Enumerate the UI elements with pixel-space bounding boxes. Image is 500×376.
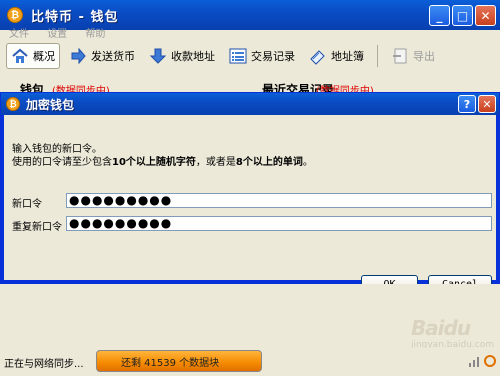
toolbar: 概况 发送货币 收款地址 交易记录 地址簿 导出 bbox=[0, 41, 500, 71]
toolbar-separator bbox=[377, 45, 378, 67]
sync-status-text: 正在与网络同步... bbox=[4, 358, 84, 370]
toolbar-export-label: 导出 bbox=[413, 50, 435, 63]
send-arrow-icon bbox=[69, 47, 87, 65]
toolbar-addressbook-label: 地址簿 bbox=[331, 50, 364, 63]
window-title: 比特币 - 钱包 bbox=[31, 9, 119, 25]
list-icon bbox=[229, 47, 247, 65]
maximize-button[interactable]: □ bbox=[452, 5, 473, 26]
instruction-text: 使用的口令请至少包含 bbox=[12, 157, 112, 168]
menu-file[interactable]: 文件 bbox=[9, 30, 29, 40]
instruction-line-2: 使用的口令请至少包含10个以上随机字符，或者是8个以上的单词。 bbox=[12, 153, 313, 168]
sync-icon bbox=[484, 354, 496, 368]
watermark-brand: Baidu bbox=[410, 316, 471, 340]
toolbar-overview-button[interactable]: 概况 bbox=[6, 43, 60, 69]
network-icon bbox=[468, 354, 480, 368]
toolbar-export-button[interactable]: 导出 bbox=[386, 43, 440, 69]
close-window-button[interactable]: ✕ bbox=[475, 5, 496, 26]
status-icons bbox=[468, 354, 496, 368]
minimize-button[interactable]: _ bbox=[429, 5, 450, 26]
export-icon bbox=[391, 47, 409, 65]
bitcoin-app-icon: ₿ bbox=[7, 7, 23, 23]
instruction-text: ，或者是 bbox=[195, 157, 236, 168]
toolbar-transactions-button[interactable]: 交易记录 bbox=[224, 43, 300, 69]
new-passphrase-input[interactable]: ●●●●●●●●● bbox=[66, 193, 492, 208]
main-title-bar[interactable]: ₿ 比特币 - 钱包 _ □ ✕ bbox=[0, 0, 500, 30]
new-passphrase-label: 新口令 bbox=[12, 199, 42, 210]
encrypt-wallet-dialog: ₿ 加密钱包 ? ✕ 输入钱包的新口令。 使用的口令请至少包含10个以上随机字符… bbox=[0, 92, 500, 293]
toolbar-transactions-label: 交易记录 bbox=[251, 50, 295, 63]
toolbar-receive-label: 收款地址 bbox=[171, 50, 215, 63]
menu-bar: 文件 设置 帮助 bbox=[0, 30, 500, 40]
repeat-passphrase-input[interactable]: ●●●●●●●●● bbox=[66, 216, 492, 231]
sync-progress-bar: 还剩 41539 个数据块 bbox=[96, 350, 262, 372]
sync-progress-text: 还剩 41539 个数据块 bbox=[121, 357, 220, 369]
bitcoin-app-icon: ₿ bbox=[6, 97, 20, 111]
dialog-title: 加密钱包 bbox=[26, 97, 75, 112]
toolbar-send-button[interactable]: 发送货币 bbox=[64, 43, 140, 69]
dialog-body: 输入钱包的新口令。 使用的口令请至少包含10个以上随机字符，或者是8个以上的单词… bbox=[4, 115, 496, 293]
status-bar: 正在与网络同步... 还剩 41539 个数据块 bbox=[0, 348, 500, 376]
instruction-emphasis: 10个以上随机字符 bbox=[112, 157, 196, 168]
menu-help[interactable]: 帮助 bbox=[85, 30, 105, 40]
repeat-passphrase-label: 重复新口令 bbox=[12, 222, 62, 233]
toolbar-send-label: 发送货币 bbox=[91, 50, 135, 63]
baidu-watermark: Baidu jingyan.baidu.com bbox=[411, 316, 494, 350]
toolbar-overview-label: 概况 bbox=[33, 50, 55, 63]
receive-arrow-icon bbox=[149, 47, 167, 65]
home-icon bbox=[11, 47, 29, 65]
instruction-emphasis: 8个以上的单词 bbox=[235, 157, 303, 168]
toolbar-addressbook-button[interactable]: 地址簿 bbox=[304, 43, 369, 69]
dialog-close-button[interactable]: ✕ bbox=[478, 95, 496, 113]
address-book-icon bbox=[309, 47, 327, 65]
toolbar-receive-button[interactable]: 收款地址 bbox=[144, 43, 220, 69]
menu-settings[interactable]: 设置 bbox=[47, 30, 67, 40]
dialog-title-bar[interactable]: ₿ 加密钱包 ? ✕ bbox=[1, 93, 499, 115]
instruction-text: 。 bbox=[302, 157, 313, 168]
help-button[interactable]: ? bbox=[458, 95, 476, 113]
